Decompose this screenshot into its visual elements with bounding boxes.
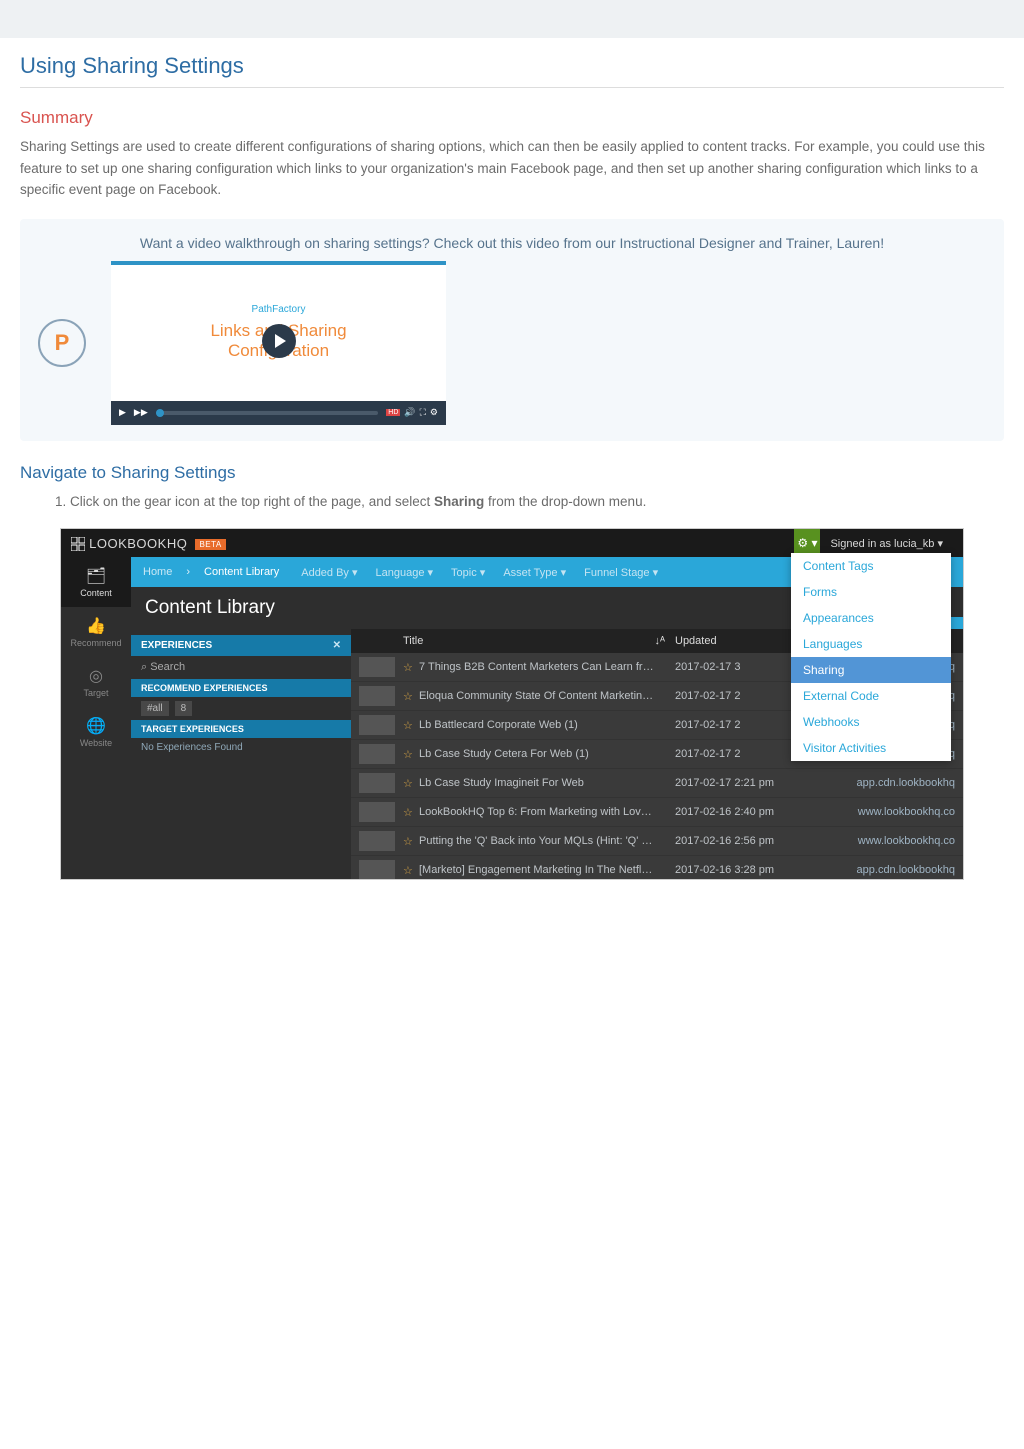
table-row[interactable]: ☆LookBookHQ Top 6: From Marketing with L… — [351, 798, 963, 827]
thumbnail-icon — [359, 715, 395, 735]
play-small-icon[interactable]: ▶ — [119, 407, 126, 418]
sidebar-item-content[interactable]: 🗂Content — [61, 557, 131, 607]
play-icon[interactable] — [262, 324, 296, 358]
lookbookhq-logo: LOOKBOOKHQ BETA — [71, 536, 226, 552]
settings-video-icon[interactable]: ⚙ — [430, 407, 438, 418]
filter-dropdown[interactable]: Language ▾ — [376, 566, 434, 579]
sort-icon[interactable]: ↓ᴬ — [655, 635, 665, 647]
top-blank-bar — [0, 0, 1024, 38]
pathfactory-logo-text: PathFactory — [252, 304, 306, 315]
skip-icon[interactable]: ▶▶ — [134, 407, 148, 418]
settings-dropdown: Content TagsFormsAppearancesLanguagesSha… — [791, 553, 951, 761]
dropdown-item-visitor-activities[interactable]: Visitor Activities — [791, 735, 951, 761]
dropdown-item-sharing[interactable]: Sharing — [791, 657, 951, 683]
sidebar-item-target[interactable]: ◎Target — [61, 657, 131, 707]
dropdown-item-content-tags[interactable]: Content Tags — [791, 553, 951, 579]
dropdown-item-languages[interactable]: Languages — [791, 631, 951, 657]
star-icon[interactable]: ☆ — [403, 864, 419, 877]
tag-count: 8 — [175, 701, 193, 716]
experiences-search[interactable]: ⌕ Search — [131, 656, 351, 679]
summary-heading: Summary — [20, 108, 1004, 128]
progress-bar[interactable] — [156, 411, 379, 415]
thumbnail-icon — [359, 773, 395, 793]
navigate-heading: Navigate to Sharing Settings — [20, 463, 1004, 483]
thumbnail-icon — [359, 831, 395, 851]
dropdown-item-appearances[interactable]: Appearances — [791, 605, 951, 631]
brand-logo-circle: P — [38, 319, 86, 367]
recommend-experiences-header: RECOMMEND EXPERIENCES — [131, 679, 351, 697]
table-row[interactable]: ☆Putting the 'Q' Back into Your MQLs (Hi… — [351, 827, 963, 856]
experiences-header: EXPERIENCES ✕ — [131, 635, 351, 656]
dropdown-item-webhooks[interactable]: Webhooks — [791, 709, 951, 735]
star-icon[interactable]: ☆ — [403, 806, 419, 819]
video-title: Links and Sharing Configuration — [210, 321, 346, 362]
filter-dropdown[interactable]: Funnel Stage ▾ — [584, 566, 658, 579]
content-wrap: Using Sharing Settings Summary Sharing S… — [0, 38, 1024, 915]
video-row: P PathFactory Links and Sharing Configur… — [38, 261, 986, 425]
thumbnail-icon — [359, 744, 395, 764]
filter-dropdown[interactable]: Added By ▾ — [301, 566, 357, 579]
title-separator — [20, 87, 1004, 88]
steps-list: Click on the gear icon at the top right … — [70, 491, 1004, 513]
sidebar-icon: 👍 — [86, 616, 106, 636]
summary-text: Sharing Settings are used to create diff… — [20, 136, 1004, 201]
video-callout: Want a video walkthrough on sharing sett… — [20, 219, 1004, 441]
thumbnail-icon — [359, 860, 395, 879]
experiences-panel: EXPERIENCES ✕ ⌕ Search RECOMMEND EXPERIE… — [131, 629, 351, 879]
close-icon[interactable]: ✕ — [333, 640, 341, 651]
star-icon[interactable]: ☆ — [403, 835, 419, 848]
breadcrumb-current: Content Library — [204, 566, 279, 578]
filter-dropdown[interactable]: Topic ▾ — [451, 566, 485, 579]
beta-badge: BETA — [195, 539, 225, 550]
breadcrumb-home[interactable]: Home — [143, 566, 172, 578]
filter-dropdown[interactable]: Asset Type ▾ — [503, 566, 566, 579]
fullscreen-icon[interactable]: ⛶ — [420, 407, 426, 418]
table-row[interactable]: ☆Lb Case Study Imagineit For Web2017-02-… — [351, 769, 963, 798]
sidebar-icon: ◎ — [89, 666, 103, 686]
dropdown-item-external-code[interactable]: External Code — [791, 683, 951, 709]
star-icon[interactable]: ☆ — [403, 719, 419, 732]
video-controls[interactable]: ▶ ▶▶ HD 🔊 ⛶ ⚙ — [111, 401, 446, 425]
star-icon[interactable]: ☆ — [403, 661, 419, 674]
table-row[interactable]: ☆[Marketo] Engagement Marketing In The N… — [351, 856, 963, 879]
page-title: Using Sharing Settings — [20, 53, 1004, 79]
star-icon[interactable]: ☆ — [403, 748, 419, 761]
sidebar-icon: 🗂 — [86, 566, 106, 586]
star-icon[interactable]: ☆ — [403, 690, 419, 703]
sidebar-icon: 🌐 — [86, 716, 106, 736]
thumbnail-icon — [359, 657, 395, 677]
target-experiences-header: TARGET EXPERIENCES — [131, 720, 351, 738]
left-sidebar: 🗂Content👍Recommend◎Target🌐Website — [61, 557, 131, 879]
thumbnail-icon — [359, 686, 395, 706]
star-icon[interactable]: ☆ — [403, 777, 419, 790]
dropdown-item-forms[interactable]: Forms — [791, 579, 951, 605]
sidebar-item-website[interactable]: 🌐Website — [61, 707, 131, 757]
hd-badge[interactable]: HD — [386, 409, 400, 416]
callout-text: Want a video walkthrough on sharing sett… — [38, 235, 986, 251]
user-dropdown[interactable]: Signed in as lucia_kb ▾ — [820, 537, 953, 550]
no-experiences-text: No Experiences Found — [131, 738, 351, 757]
app-screenshot: LOOKBOOKHQ BETA ⚙ ▾ Signed in as lucia_k… — [60, 528, 964, 880]
video-thumbnail[interactable]: PathFactory Links and Sharing Configurat… — [111, 261, 446, 425]
step-1: Click on the gear icon at the top right … — [70, 491, 1004, 513]
tag-all[interactable]: #all — [141, 701, 169, 716]
volume-icon[interactable]: 🔊 — [404, 407, 415, 418]
thumbnail-icon — [359, 802, 395, 822]
sidebar-item-recommend[interactable]: 👍Recommend — [61, 607, 131, 657]
